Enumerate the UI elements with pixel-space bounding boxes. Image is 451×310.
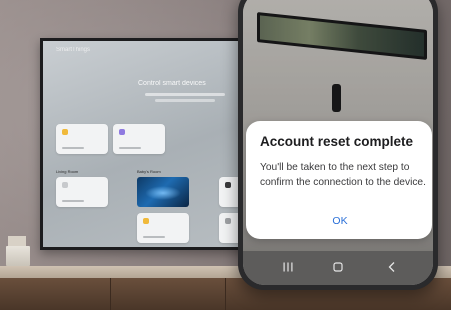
- recent-apps-button[interactable]: [273, 261, 303, 275]
- bulb-icon: [143, 218, 149, 224]
- recent-apps-icon: [283, 262, 293, 272]
- ok-button[interactable]: OK: [321, 212, 359, 230]
- phone-screen: Account reset complete You'll be taken t…: [243, 0, 433, 285]
- dialog-title: Account reset complete: [260, 134, 414, 149]
- home-button[interactable]: [323, 261, 353, 275]
- sensor-icon: [225, 218, 231, 224]
- moon-icon: [119, 129, 125, 135]
- dialog-message: You'll be taken to the next step to conf…: [260, 162, 426, 188]
- back-button[interactable]: [377, 261, 407, 275]
- decor-box: [6, 246, 30, 266]
- tv-device-tile: [113, 124, 165, 154]
- tv-photo-tile: [137, 177, 189, 207]
- speaker-icon: [225, 182, 231, 188]
- phone: Account reset complete You'll be taken t…: [238, 0, 438, 290]
- tv-device-tile: [56, 124, 108, 154]
- plug-icon: [62, 182, 68, 188]
- tv-app-brand: SmartThings: [56, 47, 91, 53]
- room-label: Living Room: [56, 169, 79, 174]
- home-icon: [333, 262, 343, 272]
- tv: SmartThings Control smart devices Living…: [40, 38, 252, 250]
- tv-device-tile: [137, 213, 189, 243]
- account-reset-dialog: Account reset complete You'll be taken t…: [246, 121, 432, 239]
- tv-headline: Control smart devices: [138, 80, 206, 87]
- tv-device-tile: [56, 177, 108, 207]
- tv-screen: SmartThings Control smart devices Living…: [43, 41, 249, 247]
- room-label: Baby's Room: [137, 169, 161, 174]
- bulb-icon: [62, 129, 68, 135]
- navigation-bar: [243, 251, 433, 285]
- back-icon: [388, 262, 395, 272]
